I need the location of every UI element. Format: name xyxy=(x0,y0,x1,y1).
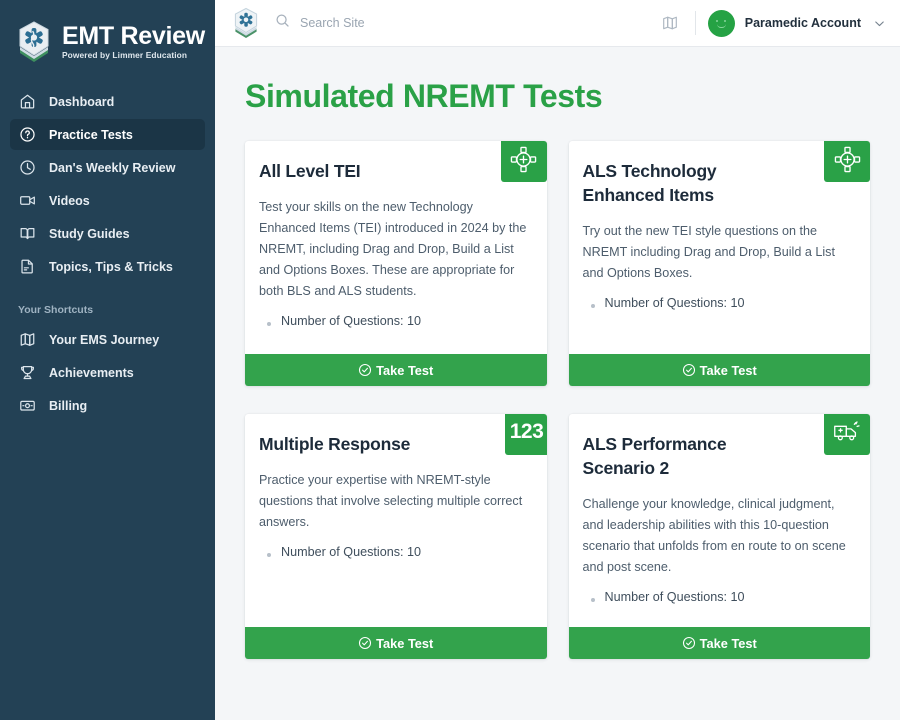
sidebar-item-achievements[interactable]: Achievements xyxy=(10,357,205,388)
bullet-icon xyxy=(267,322,271,326)
card-meta-text: Number of Questions: 10 xyxy=(604,296,745,310)
bullet-icon xyxy=(267,553,271,557)
take-test-label: Take Test xyxy=(699,362,757,378)
card-meta-text: Number of Questions: 10 xyxy=(281,545,422,559)
take-test-label: Take Test xyxy=(699,635,757,651)
card-description: Practice your expertise with NREMT-style… xyxy=(259,473,523,529)
sidebar-item-label: Topics, Tips & Tricks xyxy=(49,259,173,274)
account-name: Paramedic Account xyxy=(744,16,861,30)
card-meta: Number of Questions: 10 xyxy=(583,590,853,604)
check-circle-icon xyxy=(682,636,696,650)
brand-title: EMT Review xyxy=(62,22,205,50)
sidebar-item-label: Achievements xyxy=(49,365,134,380)
document-icon xyxy=(18,258,36,276)
card-meta: Number of Questions: 10 xyxy=(583,296,853,310)
star-of-life-shield-icon xyxy=(231,7,261,39)
sidebar-item-topics-tips-tricks[interactable]: Topics, Tips & Tricks xyxy=(10,251,205,282)
map-icon[interactable] xyxy=(655,8,685,38)
sidebar-brand[interactable]: EMT Review Powered by Limmer Education xyxy=(0,14,215,66)
take-test-label: Take Test xyxy=(376,362,434,378)
brand-subtitle: Powered by Limmer Education xyxy=(62,50,188,60)
home-icon xyxy=(18,93,36,111)
open-book-icon xyxy=(18,225,36,243)
search-input[interactable] xyxy=(300,16,645,30)
test-card-multiple-response[interactable]: 123 Multiple Response Practice your expe… xyxy=(245,414,547,659)
clock-icon xyxy=(18,159,36,177)
test-card-als-performance-scenario-2[interactable]: ALS Performance Scenario 2 Challenge you… xyxy=(568,414,870,659)
sidebar-item-label: Your EMS Journey xyxy=(49,332,160,347)
card-meta: Number of Questions: 10 xyxy=(259,314,529,328)
card-body: All Level TEI Test your skills on the ne… xyxy=(245,141,547,354)
card-description: Try out the new TEI style questions on t… xyxy=(582,224,835,280)
page-title: Simulated NREMT Tests xyxy=(245,78,603,114)
take-test-button[interactable]: Take Test xyxy=(568,354,870,386)
sidebar-item-dans-weekly-review[interactable]: Dan's Weekly Review xyxy=(10,152,205,183)
card-description: Challenge your knowledge, clinical judgm… xyxy=(582,497,846,574)
card-body: ALS Performance Scenario 2 Challenge you… xyxy=(569,414,870,627)
account-menu[interactable]: Paramedic Account xyxy=(707,9,886,37)
sidebar-item-label: Practice Tests xyxy=(49,127,133,142)
card-title: Multiple Response xyxy=(259,434,411,454)
sidebar-item-label: Videos xyxy=(49,193,90,208)
bullet-icon xyxy=(590,598,595,602)
chevron-down-icon[interactable] xyxy=(873,17,886,30)
sidebar-item-videos[interactable]: Videos xyxy=(10,185,205,216)
test-card-als-technology-enhanced-items[interactable]: ALS Technology Enhanced Items Try out th… xyxy=(568,141,870,386)
check-circle-icon xyxy=(358,363,372,377)
check-circle-icon xyxy=(682,363,696,377)
test-cards-grid: All Level TEI Test your skills on the ne… xyxy=(245,141,870,659)
drag-handles-plus-icon xyxy=(500,141,547,182)
sidebar-item-label: Dashboard xyxy=(49,94,115,109)
topbar-right: Paramedic Account xyxy=(655,8,886,38)
trophy-icon xyxy=(18,364,36,382)
take-test-label: Take Test xyxy=(376,635,434,651)
sidebar-item-practice-tests[interactable]: Practice Tests xyxy=(10,119,205,150)
card-meta: Number of Questions: 10 xyxy=(259,545,529,559)
card-title: ALS Technology Enhanced Items xyxy=(582,161,717,205)
ambulance-icon xyxy=(824,414,870,455)
take-test-button[interactable]: Take Test xyxy=(245,627,547,659)
card-meta-text: Number of Questions: 10 xyxy=(281,314,422,328)
card-body: ALS Technology Enhanced Items Try out th… xyxy=(569,141,870,354)
question-circle-icon xyxy=(18,126,36,144)
card-body: 123 Multiple Response Practice your expe… xyxy=(245,414,547,627)
smiley-avatar-icon xyxy=(707,9,735,37)
sidebar-item-billing[interactable]: Billing xyxy=(10,390,205,421)
sidebar-item-label: Study Guides xyxy=(49,226,130,241)
main-area: Paramedic Account Simulated NREMT Tests xyxy=(215,0,900,720)
test-card-all-level-tei[interactable]: All Level TEI Test your skills on the ne… xyxy=(245,141,547,386)
payment-card-icon xyxy=(18,397,36,415)
app-root: EMT Review Powered by Limmer Education D… xyxy=(0,0,900,720)
sidebar-item-label: Dan's Weekly Review xyxy=(49,160,176,175)
sidebar-shortcuts-label: Your Shortcuts xyxy=(18,304,94,316)
card-title: ALS Performance Scenario 2 xyxy=(582,434,727,478)
card-title: All Level TEI xyxy=(259,161,361,181)
sidebar-item-label: Billing xyxy=(49,398,88,413)
sidebar-item-dashboard[interactable]: Dashboard xyxy=(10,86,205,117)
question-count-badge: 123 xyxy=(504,414,547,455)
bullet-icon xyxy=(590,304,595,308)
video-camera-icon xyxy=(18,192,36,210)
check-circle-icon xyxy=(358,636,372,650)
search-icon xyxy=(275,13,290,33)
topbar-divider xyxy=(694,11,696,35)
card-meta-text: Number of Questions: 10 xyxy=(604,590,745,604)
sidebar-nav: Dashboard Practice Tests Dan's Weekly Re… xyxy=(0,86,215,423)
search-bar[interactable] xyxy=(271,13,645,33)
sidebar: EMT Review Powered by Limmer Education D… xyxy=(0,0,215,720)
star-of-life-shield-icon xyxy=(14,20,54,64)
topbar: Paramedic Account xyxy=(215,0,900,47)
sidebar-item-your-ems-journey[interactable]: Your EMS Journey xyxy=(10,324,205,355)
map-icon xyxy=(18,331,36,349)
take-test-button[interactable]: Take Test xyxy=(245,354,547,386)
drag-handles-plus-icon xyxy=(824,141,870,182)
take-test-button[interactable]: Take Test xyxy=(568,627,870,659)
card-description: Test your skills on the new Technology E… xyxy=(259,200,527,298)
sidebar-item-study-guides[interactable]: Study Guides xyxy=(10,218,205,249)
content-area: Simulated NREMT Tests All Level TEI Test… xyxy=(215,47,900,720)
